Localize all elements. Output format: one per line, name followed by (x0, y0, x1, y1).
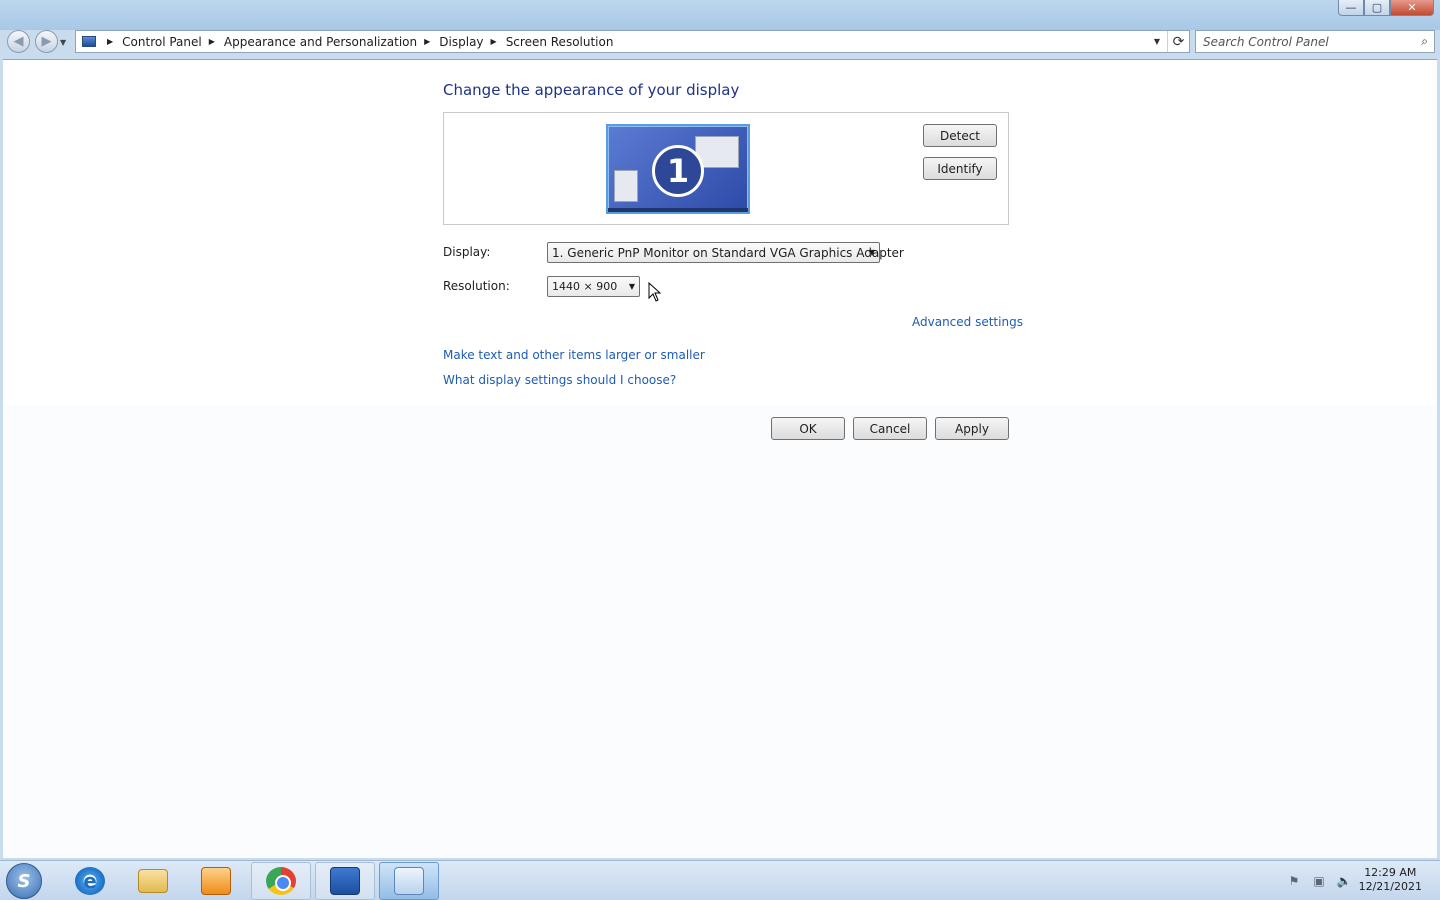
chevron-down-icon: ▼ (628, 282, 635, 291)
apply-button[interactable]: Apply (935, 417, 1009, 440)
breadcrumb-display[interactable]: Display (439, 35, 483, 49)
monitor-preview-panel: 1 Detect Identify (443, 112, 1009, 225)
advanced-settings-link[interactable]: Advanced settings (912, 315, 1023, 329)
taskbar-windows-explorer[interactable] (123, 862, 183, 900)
page-title: Change the appearance of your display (443, 81, 740, 99)
monitor-number-badge: 1 (652, 145, 704, 197)
cancel-button[interactable]: Cancel (853, 417, 927, 440)
taskbar-media-player[interactable] (186, 862, 246, 900)
clock-date: 12/21/2021 (1358, 880, 1422, 893)
breadcrumb-screen-resolution[interactable]: Screen Resolution (506, 35, 614, 49)
resolution-select-value: 1440 × 900 (552, 280, 618, 293)
internet-explorer-icon: e (75, 867, 105, 895)
folder-icon (138, 869, 168, 893)
refresh-icon[interactable]: ⟳ (1167, 31, 1189, 52)
taskbar-internet-explorer[interactable]: e (60, 862, 120, 900)
content-lower-area (3, 405, 1437, 858)
recent-pages-dropdown[interactable]: ▼ (60, 38, 66, 47)
back-arrow-icon: ◀ (13, 34, 24, 49)
resolution-label: Resolution: (443, 279, 510, 293)
search-input[interactable]: Search Control Panel ⌕ (1195, 30, 1435, 53)
media-player-icon (201, 867, 231, 895)
caption-buttons: — ▢ ✕ (1338, 0, 1434, 16)
display-help-link[interactable]: What display settings should I choose? (443, 373, 676, 387)
text-size-link[interactable]: Make text and other items larger or smal… (443, 348, 705, 362)
navigation-bar: ◀ ▶ ▼ ▶ Control Panel ▶ Appearance and P… (0, 30, 1440, 54)
window-titlebar: — ▢ ✕ (0, 0, 1440, 30)
system-tray: ⚑ ▣ 🔈 (1286, 873, 1352, 888)
mouse-cursor-icon (648, 282, 662, 302)
address-bar[interactable]: ▶ Control Panel ▶ Appearance and Persona… (75, 30, 1190, 53)
chevron-right-icon[interactable]: ▶ (424, 37, 430, 46)
taskbar: S e ⚑ ▣ 🔈 12:29 AM 12/21/2021 (0, 860, 1440, 900)
chevron-right-icon[interactable]: ▶ (209, 37, 215, 46)
display-select[interactable]: 1. Generic PnP Monitor on Standard VGA G… (547, 242, 904, 263)
breadcrumb-control-panel[interactable]: Control Panel (122, 35, 202, 49)
chrome-icon (266, 867, 296, 895)
identify-button[interactable]: Identify (923, 157, 997, 180)
resolution-select[interactable]: 1440 × 900 ▼ (547, 276, 640, 297)
search-placeholder: Search Control Panel (1203, 34, 1329, 49)
chevron-right-icon[interactable]: ▶ (107, 37, 113, 46)
taskbar-chrome[interactable] (251, 862, 311, 900)
display-select-value: 1. Generic PnP Monitor on Standard VGA G… (552, 245, 904, 260)
taskbar-control-panel[interactable] (379, 862, 439, 900)
monitor-window-icon (614, 170, 638, 202)
chevron-right-icon[interactable]: ▶ (491, 37, 497, 46)
forward-button[interactable]: ▶ (35, 30, 58, 53)
network-icon[interactable]: ▣ (1311, 873, 1327, 888)
maximize-button[interactable]: ▢ (1364, 0, 1390, 16)
system-clock[interactable]: 12:29 AM 12/21/2021 (1359, 866, 1422, 894)
stacked-windows-icon (330, 867, 360, 895)
monitor-taskbar (608, 208, 748, 212)
monitor-1-icon[interactable]: 1 (606, 124, 750, 214)
back-button[interactable]: ◀ (7, 30, 30, 53)
search-icon[interactable]: ⌕ (1421, 34, 1428, 49)
taskbar-stacked-windows[interactable] (315, 862, 375, 900)
address-history-dropdown[interactable]: ▼ (1147, 37, 1167, 46)
control-panel-icon (394, 867, 424, 895)
chevron-down-icon: ▼ (868, 248, 875, 257)
minimize-button[interactable]: — (1338, 0, 1364, 16)
start-button[interactable]: S (6, 863, 42, 899)
clock-time: 12:29 AM (1364, 866, 1417, 879)
detect-button[interactable]: Detect (923, 124, 997, 147)
action-center-flag-icon[interactable]: ⚑ (1286, 873, 1302, 888)
ok-button[interactable]: OK (771, 417, 845, 440)
close-button[interactable]: ✕ (1390, 0, 1434, 16)
forward-arrow-icon: ▶ (41, 34, 52, 49)
control-panel-icon (82, 36, 96, 47)
windows-logo-icon: S (17, 870, 31, 892)
breadcrumb-appearance[interactable]: Appearance and Personalization (224, 35, 417, 49)
display-label: Display: (443, 245, 491, 259)
volume-icon[interactable]: 🔈 (1336, 873, 1352, 888)
content-pane: Change the appearance of your display 1 … (3, 59, 1437, 858)
